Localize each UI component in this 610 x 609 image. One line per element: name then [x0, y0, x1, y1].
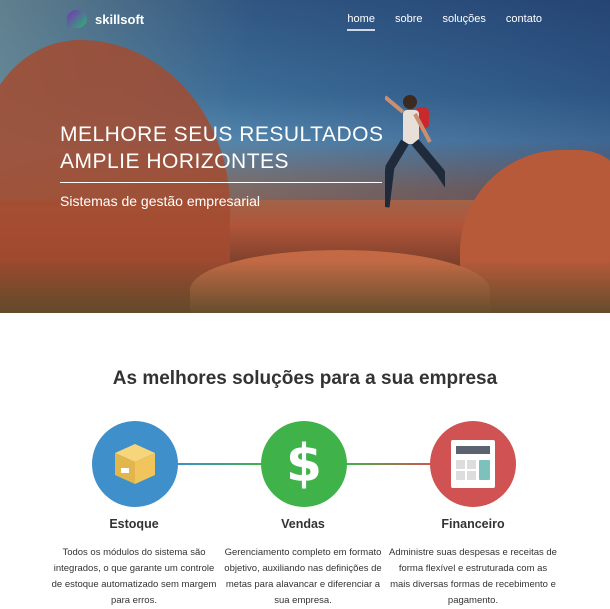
hero-subtitle: Sistemas de gestão empresarial	[60, 193, 260, 209]
brand-logo[interactable]: skillsoft	[67, 10, 144, 28]
logo-icon	[67, 10, 87, 28]
nav-home[interactable]: home	[347, 13, 375, 31]
connector-line	[347, 463, 431, 465]
feature-text: Todos os módulos do sistema são integrad…	[51, 547, 217, 606]
hero-banner: skillsoft home sobre soluções contato ME…	[0, 0, 610, 313]
feature-financeiro: Financeiro Administre suas despesas e re…	[388, 517, 558, 609]
calculator-icon	[451, 440, 495, 488]
feature-text: Administre suas despesas e receitas de f…	[389, 547, 557, 606]
brand-name: skillsoft	[95, 11, 145, 27]
jumping-person-image	[385, 95, 445, 208]
feature-estoque: Estoque Todos os módulos do sistema são …	[49, 517, 219, 609]
section-title: As melhores soluções para a sua empresa	[112, 368, 498, 389]
nav-contato[interactable]: contato	[506, 13, 542, 31]
feature-text: Gerenciamento completo em formato objeti…	[224, 547, 382, 606]
hero-ground	[0, 260, 610, 313]
hero-title-line2: AMPLIE HORIZONTES	[60, 150, 290, 173]
nav-solucoes[interactable]: soluções	[442, 13, 485, 31]
financeiro-circle	[430, 421, 516, 507]
estoque-circle	[92, 421, 178, 507]
feature-title: Estoque	[109, 517, 159, 531]
dollar-icon: $	[285, 434, 323, 494]
hero-title-line1: MELHORE SEUS RESULTADOS	[60, 123, 384, 146]
vendas-circle: $	[261, 421, 347, 507]
feature-title: Vendas	[281, 517, 325, 531]
main-nav: home sobre soluções contato	[347, 13, 542, 31]
hero-title: MELHORE SEUS RESULTADOS AMPLIE HORIZONTE…	[60, 121, 383, 175]
nav-sobre[interactable]: sobre	[395, 13, 423, 31]
connector-line	[178, 463, 262, 465]
box-icon	[115, 444, 155, 484]
feature-title: Financeiro	[441, 517, 505, 531]
hero-divider	[60, 182, 382, 183]
feature-vendas: Vendas Gerenciamento completo em formato…	[218, 517, 388, 609]
